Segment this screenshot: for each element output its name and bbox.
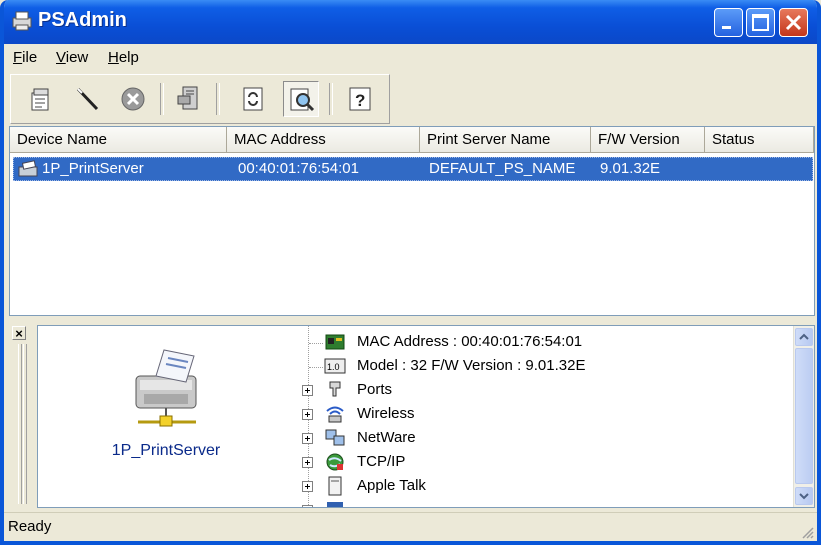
- port-icon: [329, 381, 341, 397]
- table-row[interactable]: 1P_PrintServer 00:40:01:76:54:01 DEFAULT…: [13, 157, 813, 181]
- close-button[interactable]: [779, 8, 808, 37]
- chevron-up-icon: [799, 333, 809, 340]
- menu-help[interactable]: Help: [108, 49, 139, 66]
- wand-button[interactable]: [69, 81, 105, 117]
- delete-icon: [121, 87, 145, 111]
- tcpip-icon: [326, 453, 344, 471]
- device-name-label: 1P_PrintServer: [111, 442, 221, 459]
- column-fw-version[interactable]: F/W Version: [591, 127, 705, 153]
- device-detail-panel: 1P_PrintServer MAC Address : 00:40:01:76…: [37, 325, 815, 508]
- tree-label: Apple Talk: [357, 477, 426, 494]
- minimize-button[interactable]: [714, 8, 743, 37]
- appletalk-icon: [328, 476, 342, 496]
- tree-label: TCP/IP: [357, 453, 406, 470]
- app-window: PSAdmin File View Help ? Device Name MAC…: [0, 0, 821, 545]
- column-status[interactable]: Status: [705, 127, 814, 153]
- expand-icon[interactable]: [302, 433, 313, 444]
- tree-label: MAC Address : 00:40:01:76:54:01: [357, 333, 583, 350]
- column-mac-address[interactable]: MAC Address: [227, 127, 420, 153]
- window-title: PSAdmin: [38, 9, 127, 31]
- minimize-icon: [722, 26, 731, 29]
- toolbar-separator: [216, 83, 220, 115]
- refresh-button[interactable]: [235, 81, 271, 117]
- network-card-icon: [325, 334, 345, 350]
- status-bar: Ready: [4, 512, 817, 541]
- search-icon: [290, 88, 315, 112]
- expand-icon[interactable]: [302, 457, 313, 468]
- properties-button[interactable]: [23, 81, 59, 117]
- svg-text:?: ?: [355, 91, 365, 110]
- printer-network-button[interactable]: [171, 81, 207, 117]
- print-server-icon: [18, 160, 38, 177]
- column-print-server-name[interactable]: Print Server Name: [420, 127, 591, 153]
- version-icon: 1.0: [324, 358, 346, 374]
- menu-view[interactable]: View: [56, 49, 88, 66]
- cell-print-server-name: DEFAULT_PS_NAME: [429, 160, 576, 177]
- expand-icon[interactable]: [302, 505, 313, 507]
- refresh-icon: [243, 87, 263, 111]
- cell-mac-address: 00:40:01:76:54:01: [238, 160, 359, 177]
- status-text: Ready: [8, 518, 52, 535]
- vertical-scrollbar[interactable]: [793, 326, 814, 507]
- tree-label: Model : 32 F/W Version : 9.01.32E: [357, 357, 586, 374]
- search-button[interactable]: [283, 81, 319, 117]
- tree-line: [309, 367, 323, 368]
- toolbar-separator: [160, 83, 164, 115]
- cell-fw-version: 9.01.32E: [600, 160, 661, 177]
- svg-text:1.0: 1.0: [327, 362, 340, 372]
- advanced-icon: [327, 502, 343, 507]
- wireless-icon: [326, 406, 344, 423]
- wand-icon: [76, 87, 99, 111]
- close-pane-button[interactable]: ×: [12, 326, 26, 340]
- tree-label: NetWare: [357, 429, 416, 446]
- help-icon: ?: [349, 87, 371, 111]
- device-list[interactable]: Device Name MAC Address Print Server Nam…: [9, 126, 815, 316]
- printer-app-icon: [12, 11, 32, 31]
- printer-network-icon: [177, 86, 198, 110]
- properties-icon: [31, 88, 49, 111]
- help-button[interactable]: ?: [342, 81, 378, 117]
- resize-grip-icon[interactable]: [799, 524, 815, 540]
- printer-device-icon: [135, 349, 197, 427]
- maximize-button[interactable]: [746, 8, 775, 37]
- pane-grip[interactable]: [18, 344, 22, 504]
- menu-file[interactable]: File: [13, 49, 37, 66]
- scroll-up-button[interactable]: [795, 328, 813, 346]
- list-header: Device Name MAC Address Print Server Nam…: [10, 127, 814, 153]
- scroll-thumb[interactable]: [795, 348, 813, 484]
- expand-icon[interactable]: [302, 385, 313, 396]
- expand-icon[interactable]: [302, 409, 313, 420]
- pane-grip[interactable]: [23, 344, 27, 504]
- delete-button[interactable]: [115, 81, 151, 117]
- tree-label: Ports: [357, 381, 393, 398]
- detail-pane: × 1P_PrintServer MAC Address : 00:40:01:…: [4, 320, 817, 510]
- tree-line: [309, 343, 323, 344]
- tree-label: Wireless: [357, 405, 415, 422]
- menu-bar: File View Help: [4, 44, 817, 72]
- scroll-down-button[interactable]: [795, 487, 813, 505]
- toolbar: ?: [10, 74, 390, 124]
- cell-device-name: 1P_PrintServer: [42, 160, 144, 177]
- title-bar[interactable]: PSAdmin: [4, 0, 817, 44]
- maximize-icon: [752, 14, 769, 31]
- close-icon: [785, 14, 802, 31]
- netware-icon: [325, 429, 345, 446]
- chevron-down-icon: [799, 493, 809, 500]
- toolbar-separator: [329, 83, 333, 115]
- column-device-name[interactable]: Device Name: [10, 127, 227, 153]
- expand-icon[interactable]: [302, 481, 313, 492]
